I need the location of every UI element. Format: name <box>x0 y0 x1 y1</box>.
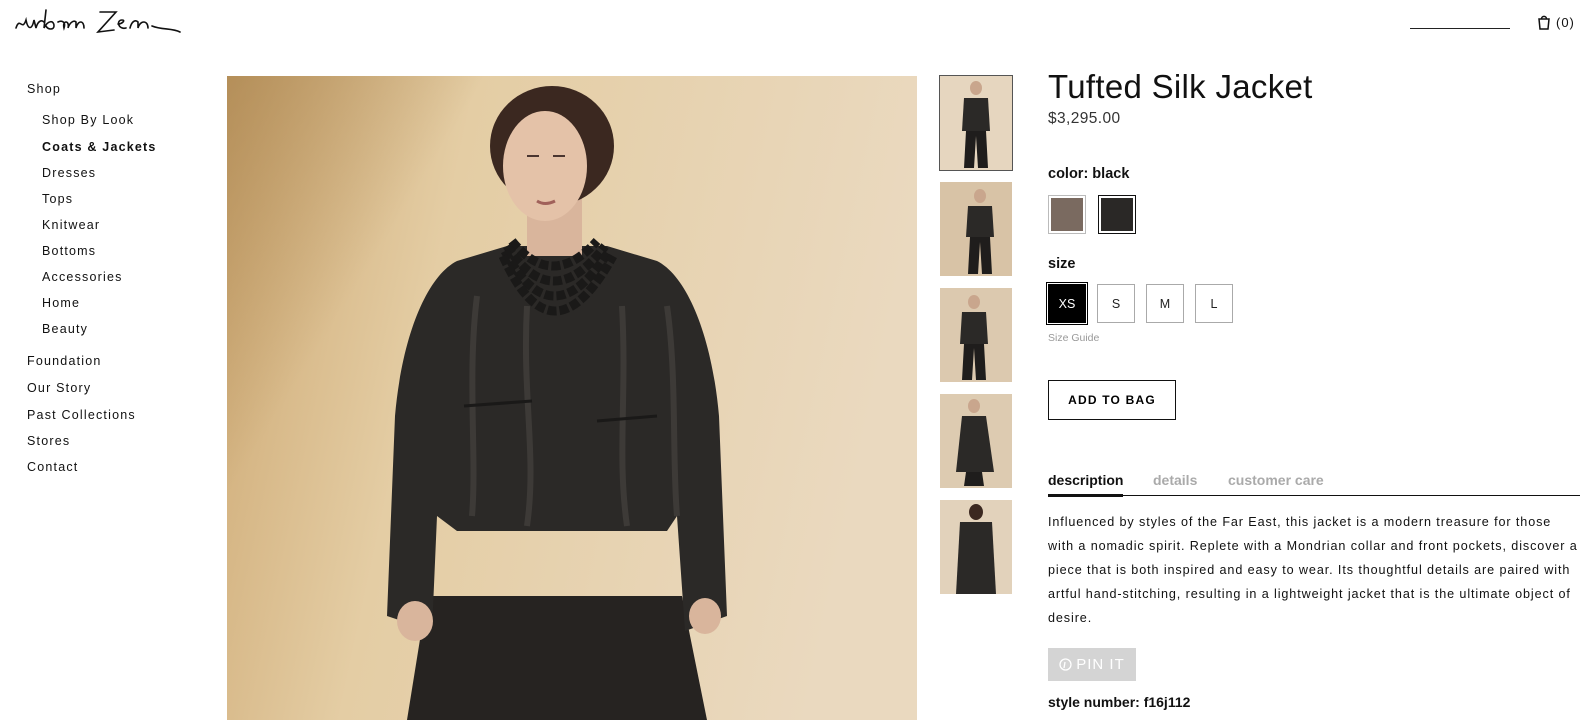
nav-coats-jackets[interactable]: Coats & Jackets <box>42 140 157 154</box>
tab-details[interactable]: details <box>1153 472 1197 488</box>
cart-link[interactable]: (0) <box>1536 14 1575 30</box>
product-tabs: description details customer care <box>1048 464 1580 497</box>
size-m-button[interactable]: M <box>1146 284 1184 323</box>
product-title: Tufted Silk Jacket <box>1048 68 1313 105</box>
product-main-image[interactable] <box>227 76 917 720</box>
thumbnail-2[interactable] <box>940 182 1012 276</box>
nav-bottoms[interactable]: Bottoms <box>42 244 96 258</box>
tab-description[interactable]: description <box>1048 472 1124 497</box>
nav-stores[interactable]: Stores <box>27 434 70 448</box>
nav-foundation[interactable]: Foundation <box>27 354 102 368</box>
urban-zen-logo[interactable] <box>12 6 182 36</box>
style-number: style number: f16j112 <box>1048 694 1191 710</box>
thumbnail-4[interactable] <box>940 394 1012 488</box>
tab-customer-care[interactable]: customer care <box>1228 472 1324 488</box>
nav-shop-by-look[interactable]: Shop By Look <box>42 113 134 127</box>
nav-accessories[interactable]: Accessories <box>42 270 123 284</box>
pinterest-icon <box>1059 658 1072 671</box>
shopping-bag-icon <box>1538 15 1550 30</box>
thumbnail-1[interactable] <box>939 75 1013 171</box>
size-label: size <box>1048 256 1076 272</box>
cart-count: (0) <box>1556 14 1575 30</box>
product-price: $3,295.00 <box>1048 110 1121 127</box>
pin-it-button[interactable]: PIN IT <box>1048 648 1136 681</box>
product-description: Influenced by styles of the Far East, th… <box>1048 515 1578 625</box>
nav-our-story[interactable]: Our Story <box>27 381 91 395</box>
nav-contact[interactable]: Contact <box>27 460 78 474</box>
color-label: color: black <box>1048 166 1130 182</box>
size-s-button[interactable]: S <box>1097 284 1135 323</box>
size-l-button[interactable]: L <box>1195 284 1233 323</box>
size-guide-link[interactable]: Size Guide <box>1048 332 1099 344</box>
nav-beauty[interactable]: Beauty <box>42 322 88 336</box>
add-to-bag-button[interactable]: ADD TO BAG <box>1048 380 1176 420</box>
nav-tops[interactable]: Tops <box>42 192 73 206</box>
thumbnail-5[interactable] <box>940 500 1012 594</box>
color-swatch-black[interactable] <box>1098 195 1136 234</box>
nav-dresses[interactable]: Dresses <box>42 166 96 180</box>
color-swatch-taupe[interactable] <box>1048 195 1086 234</box>
thumbnail-3[interactable] <box>940 288 1012 382</box>
size-xs-button[interactable]: XS <box>1046 282 1088 325</box>
nav-home[interactable]: Home <box>42 296 80 310</box>
pin-it-label: PIN IT <box>1076 656 1125 673</box>
nav-knitwear[interactable]: Knitwear <box>42 218 100 232</box>
nav-past-collections[interactable]: Past Collections <box>27 408 136 422</box>
nav-shop[interactable]: Shop <box>27 82 61 96</box>
search-underline[interactable] <box>1410 28 1510 29</box>
